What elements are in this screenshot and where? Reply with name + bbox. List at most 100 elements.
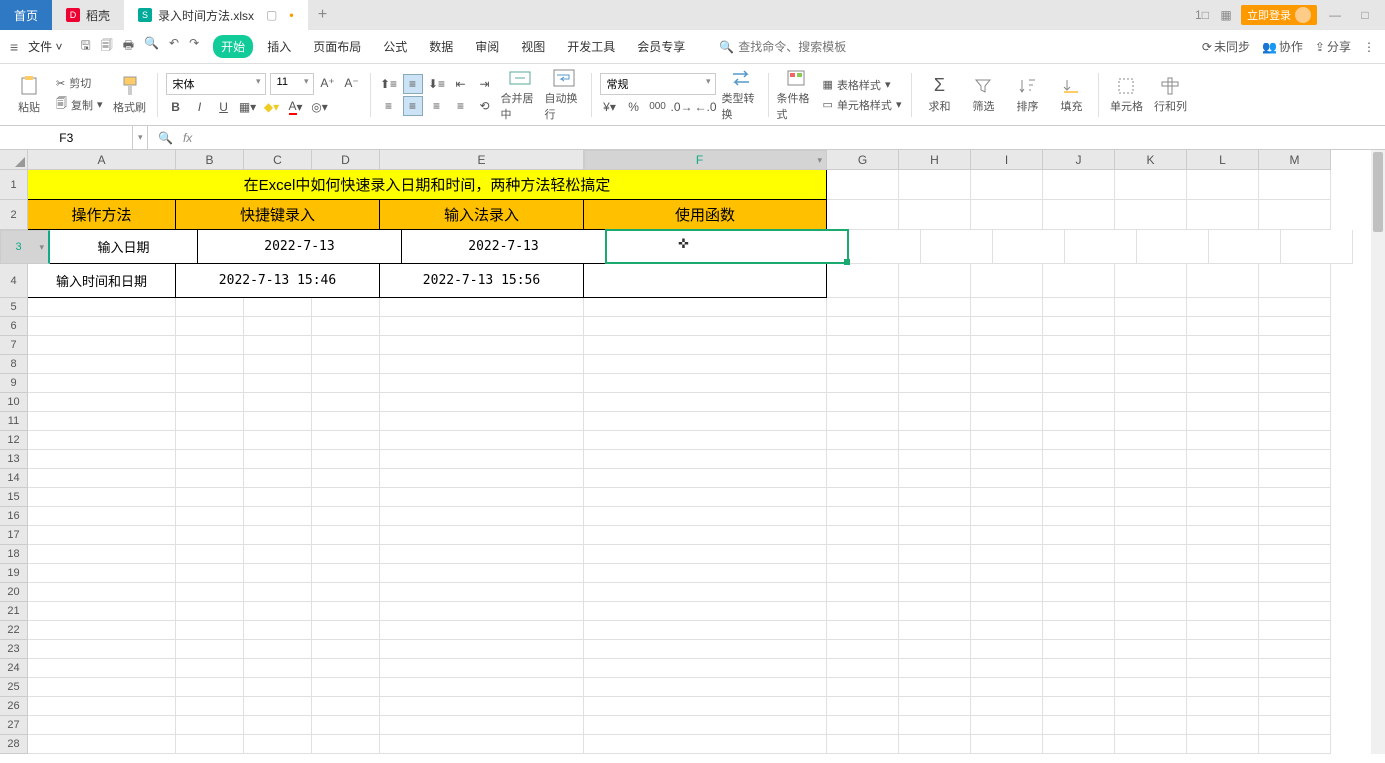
cell[interactable]: [312, 659, 380, 678]
cell[interactable]: [827, 697, 899, 716]
cell[interactable]: [971, 393, 1043, 412]
cell[interactable]: [312, 583, 380, 602]
cell[interactable]: [1115, 488, 1187, 507]
apps-icon[interactable]: ▦: [1217, 6, 1235, 24]
cell[interactable]: [1115, 200, 1187, 230]
cell[interactable]: [1043, 697, 1115, 716]
cell[interactable]: [176, 450, 244, 469]
cell[interactable]: [28, 469, 176, 488]
cell[interactable]: [176, 488, 244, 507]
cell[interactable]: [1259, 735, 1331, 754]
cell[interactable]: [380, 678, 584, 697]
cell[interactable]: [971, 583, 1043, 602]
cell[interactable]: [1259, 317, 1331, 336]
cell[interactable]: [1259, 336, 1331, 355]
cell[interactable]: [827, 678, 899, 697]
cell[interactable]: [28, 526, 176, 545]
cell[interactable]: [1187, 298, 1259, 317]
cell[interactable]: [176, 716, 244, 735]
cell[interactable]: [827, 200, 899, 230]
menu-insert[interactable]: 插入: [259, 35, 299, 58]
cell[interactable]: [1043, 355, 1115, 374]
increase-decimal-button[interactable]: .0→: [672, 97, 692, 117]
window-minimize-button[interactable]: —: [1323, 3, 1347, 27]
cell[interactable]: [1043, 678, 1115, 697]
cell[interactable]: [1187, 355, 1259, 374]
cell[interactable]: [176, 583, 244, 602]
cell[interactable]: [584, 393, 827, 412]
cell[interactable]: [312, 469, 380, 488]
cell[interactable]: [827, 355, 899, 374]
cell[interactable]: [971, 317, 1043, 336]
cell[interactable]: [1043, 393, 1115, 412]
row-header-6[interactable]: 6: [0, 317, 28, 336]
cell[interactable]: [380, 659, 584, 678]
cell[interactable]: [584, 374, 827, 393]
row-header-14[interactable]: 14: [0, 469, 28, 488]
cell-B4[interactable]: 2022-7-13 15:46: [176, 264, 380, 298]
cell[interactable]: [827, 170, 899, 200]
cell[interactable]: [380, 507, 584, 526]
cell[interactable]: [1115, 602, 1187, 621]
coop-button[interactable]: 👥 协作: [1262, 38, 1303, 55]
cell[interactable]: [28, 431, 176, 450]
cell-header-F[interactable]: 使用函数: [584, 200, 827, 230]
cell[interactable]: [1259, 602, 1331, 621]
menu-start[interactable]: 开始: [213, 35, 253, 58]
cell[interactable]: [584, 431, 827, 450]
cell[interactable]: [28, 412, 176, 431]
cell[interactable]: [827, 583, 899, 602]
cell[interactable]: [244, 412, 312, 431]
cell[interactable]: [827, 298, 899, 317]
merge-center-button[interactable]: 合并居中: [501, 68, 539, 122]
cell[interactable]: [28, 298, 176, 317]
border-button[interactable]: ▦▾: [238, 97, 258, 117]
cell[interactable]: [244, 488, 312, 507]
row-header-4[interactable]: 4: [0, 264, 28, 298]
cell[interactable]: [1115, 526, 1187, 545]
row-header-27[interactable]: 27: [0, 716, 28, 735]
cell[interactable]: [176, 659, 244, 678]
cell[interactable]: [827, 264, 899, 298]
cell[interactable]: [176, 526, 244, 545]
cell[interactable]: [1115, 697, 1187, 716]
cell[interactable]: [899, 640, 971, 659]
cell[interactable]: [28, 355, 176, 374]
cancel-formula-icon[interactable]: 🔍: [158, 131, 173, 145]
cell[interactable]: [1187, 431, 1259, 450]
row-header-20[interactable]: 20: [0, 583, 28, 602]
cell[interactable]: [1187, 659, 1259, 678]
cell[interactable]: [380, 621, 584, 640]
cell[interactable]: [899, 412, 971, 431]
cell[interactable]: [1187, 450, 1259, 469]
col-header-B[interactable]: B: [176, 150, 244, 170]
cell[interactable]: [244, 507, 312, 526]
cell[interactable]: [1259, 393, 1331, 412]
cell[interactable]: [176, 298, 244, 317]
cell[interactable]: [827, 735, 899, 754]
cell[interactable]: [1115, 450, 1187, 469]
cell[interactable]: [244, 336, 312, 355]
name-box-input[interactable]: [0, 126, 132, 149]
cell[interactable]: [176, 545, 244, 564]
tab-docker[interactable]: D 稻壳: [52, 0, 124, 30]
cell[interactable]: [176, 735, 244, 754]
col-header-K[interactable]: K: [1115, 150, 1187, 170]
cell[interactable]: [1043, 412, 1115, 431]
cell[interactable]: [899, 735, 971, 754]
cut-button[interactable]: ✂ 剪切: [54, 74, 105, 92]
cell[interactable]: [244, 640, 312, 659]
cell[interactable]: [1259, 583, 1331, 602]
decrease-decimal-button[interactable]: ←.0: [696, 97, 716, 117]
cell[interactable]: [1259, 355, 1331, 374]
cell[interactable]: [899, 678, 971, 697]
print-preview-button[interactable]: 🔍: [144, 36, 159, 57]
cell[interactable]: [584, 469, 827, 488]
cell[interactable]: [1259, 716, 1331, 735]
cell[interactable]: [28, 488, 176, 507]
fill-button[interactable]: 填充: [1052, 76, 1090, 114]
cell[interactable]: [899, 431, 971, 450]
cell[interactable]: [1043, 583, 1115, 602]
cell[interactable]: [28, 317, 176, 336]
cell[interactable]: [899, 200, 971, 230]
